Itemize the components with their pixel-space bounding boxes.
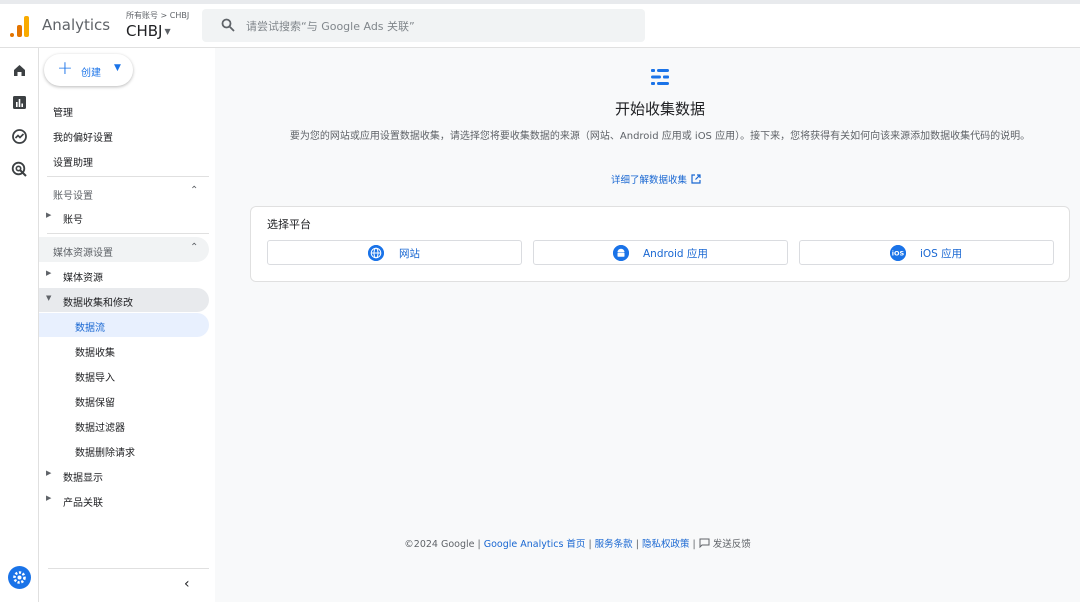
reports-icon[interactable] [11,94,28,111]
sidebar-item-data-display[interactable]: ▶ 数据显示 [39,463,209,487]
separator: | [474,539,484,550]
item-label: 数据收集 [75,348,115,359]
platform-web-button[interactable]: 网站 [267,240,522,265]
page-footer: ©2024 Google | Google Analytics 首页 | 服务条… [270,536,885,550]
platform-label: 网站 [399,248,420,260]
app-name: Analytics [42,16,111,34]
expand-arrow-icon: ▶ [46,211,52,219]
collapse-arrow-icon: ▼ [46,294,52,302]
platform-ios-button[interactable]: iOS iOS 应用 [799,240,1054,265]
copyright: ©2024 Google [404,539,475,550]
item-label: 数据流 [75,323,105,334]
property-settings-header[interactable]: 媒体资源设置 ⌃ [39,237,209,262]
learn-more-link[interactable]: 详细了解数据收集 [611,172,701,186]
page-description: 要为您的网站或应用设置数据收集，请选择您将要收集数据的来源（网站、Android… [289,131,1031,142]
platform-card: 选择平台 网站 Android 应用 iOS iOS 应用 [250,206,1070,282]
sidebar-item-admin[interactable]: 管理 [53,104,73,119]
item-label: 媒体资源 [63,273,103,284]
account-picker[interactable]: CHBJ ▼ [126,22,171,40]
data-streams-icon [651,69,669,85]
section-title: 媒体资源设置 [53,248,113,259]
nav-rail [0,48,39,602]
footer-link-home[interactable]: Google Analytics 首页 [484,539,586,550]
caret-down-icon: ▼ [114,63,121,73]
settings-icon[interactable] [8,566,31,589]
item-label: 数据过滤器 [75,423,125,434]
create-label: 创建 [81,68,101,79]
ios-icon: iOS [890,245,906,261]
item-label: 数据收集和修改 [63,298,133,309]
item-label: 数据删除请求 [75,448,135,459]
item-label: 产品关联 [63,498,103,509]
sidebar-item-property[interactable]: ▶ 媒体资源 [39,263,209,287]
sidebar-item-account[interactable]: ▶ 账号 [39,205,209,229]
footer-link-terms[interactable]: 服务条款 [595,539,633,550]
platform-card-title: 选择平台 [267,218,311,231]
account-settings-header[interactable]: 账号设置 ⌃ [39,180,209,205]
divider [47,176,209,177]
sidebar-item-data-streams[interactable]: 数据流 [39,313,209,337]
item-label: 数据保留 [75,398,115,409]
separator: | [689,539,699,550]
separator: | [585,539,595,550]
feedback-icon [699,538,710,548]
feedback-link[interactable]: 发送反馈 [699,538,751,550]
item-label: 数据导入 [75,373,115,384]
item-label: 数据显示 [63,473,103,484]
footer-link-privacy[interactable]: 隐私权政策 [642,539,690,550]
sidebar-item-data-collect[interactable]: 数据收集 [39,338,209,362]
sidebar-item-data-retention[interactable]: 数据保留 [39,388,209,412]
main-content: 开始收集数据 要为您的网站或应用设置数据收集，请选择您将要收集数据的来源（网站、… [215,48,1080,602]
platform-android-button[interactable]: Android 应用 [533,240,788,265]
account-breadcrumb[interactable]: 所有账号 > CHBJ [126,10,189,21]
sidebar-item-setup-assistant[interactable]: 设置助理 [53,154,93,169]
android-icon [613,245,629,261]
chevron-up-icon: ⌃ [190,242,199,253]
chevron-left-icon[interactable]: ‹ [184,576,190,592]
separator: | [632,539,642,550]
sidebar-item-product-links[interactable]: ▶ 产品关联 [39,488,209,512]
create-button[interactable]: + 创建 ▼ [44,54,133,86]
search-input[interactable]: 请尝试搜索“与 Google Ads 关联” [246,18,415,34]
home-icon[interactable] [11,62,28,79]
sidebar-item-data-collection[interactable]: ▼ 数据收集和修改 [39,288,209,312]
expand-arrow-icon: ▶ [46,494,52,502]
expand-arrow-icon: ▶ [46,269,52,277]
advertising-icon[interactable] [11,161,28,178]
chevron-up-icon: ⌃ [190,185,199,196]
plus-icon: + [57,57,73,79]
caret-down-icon: ▼ [164,27,171,36]
divider [47,233,209,234]
platform-label: Android 应用 [643,248,708,260]
admin-sidebar: + 创建 ▼ 管理 我的偏好设置 设置助理 账号设置 ⌃ ▶ 账号 媒体资源设置… [39,48,215,602]
svg-text:iOS: iOS [892,250,905,258]
open-in-new-icon [691,174,701,184]
item-label: 账号 [63,215,83,226]
search-icon [221,18,235,32]
globe-icon [368,245,384,261]
account-name: CHBJ [126,22,163,40]
search-bar[interactable]: 请尝试搜索“与 Google Ads 关联” [202,9,645,42]
platform-label: iOS 应用 [920,248,963,260]
expand-arrow-icon: ▶ [46,469,52,477]
sidebar-item-data-filters[interactable]: 数据过滤器 [39,413,209,437]
page-title: 开始收集数据 [614,100,705,118]
sidebar-item-data-deletion[interactable]: 数据删除请求 [39,438,209,462]
app-header: Analytics 所有账号 > CHBJ CHBJ ▼ 请尝试搜索“与 Goog… [0,4,1080,48]
feedback-label: 发送反馈 [712,539,751,550]
sidebar-item-data-import[interactable]: 数据导入 [39,363,209,387]
analytics-logo-icon[interactable] [10,15,30,37]
explore-icon[interactable] [11,128,28,145]
learn-more-label: 详细了解数据收集 [611,175,688,186]
sidebar-item-preferences[interactable]: 我的偏好设置 [53,129,113,144]
divider [48,568,209,569]
section-title: 账号设置 [53,191,93,202]
